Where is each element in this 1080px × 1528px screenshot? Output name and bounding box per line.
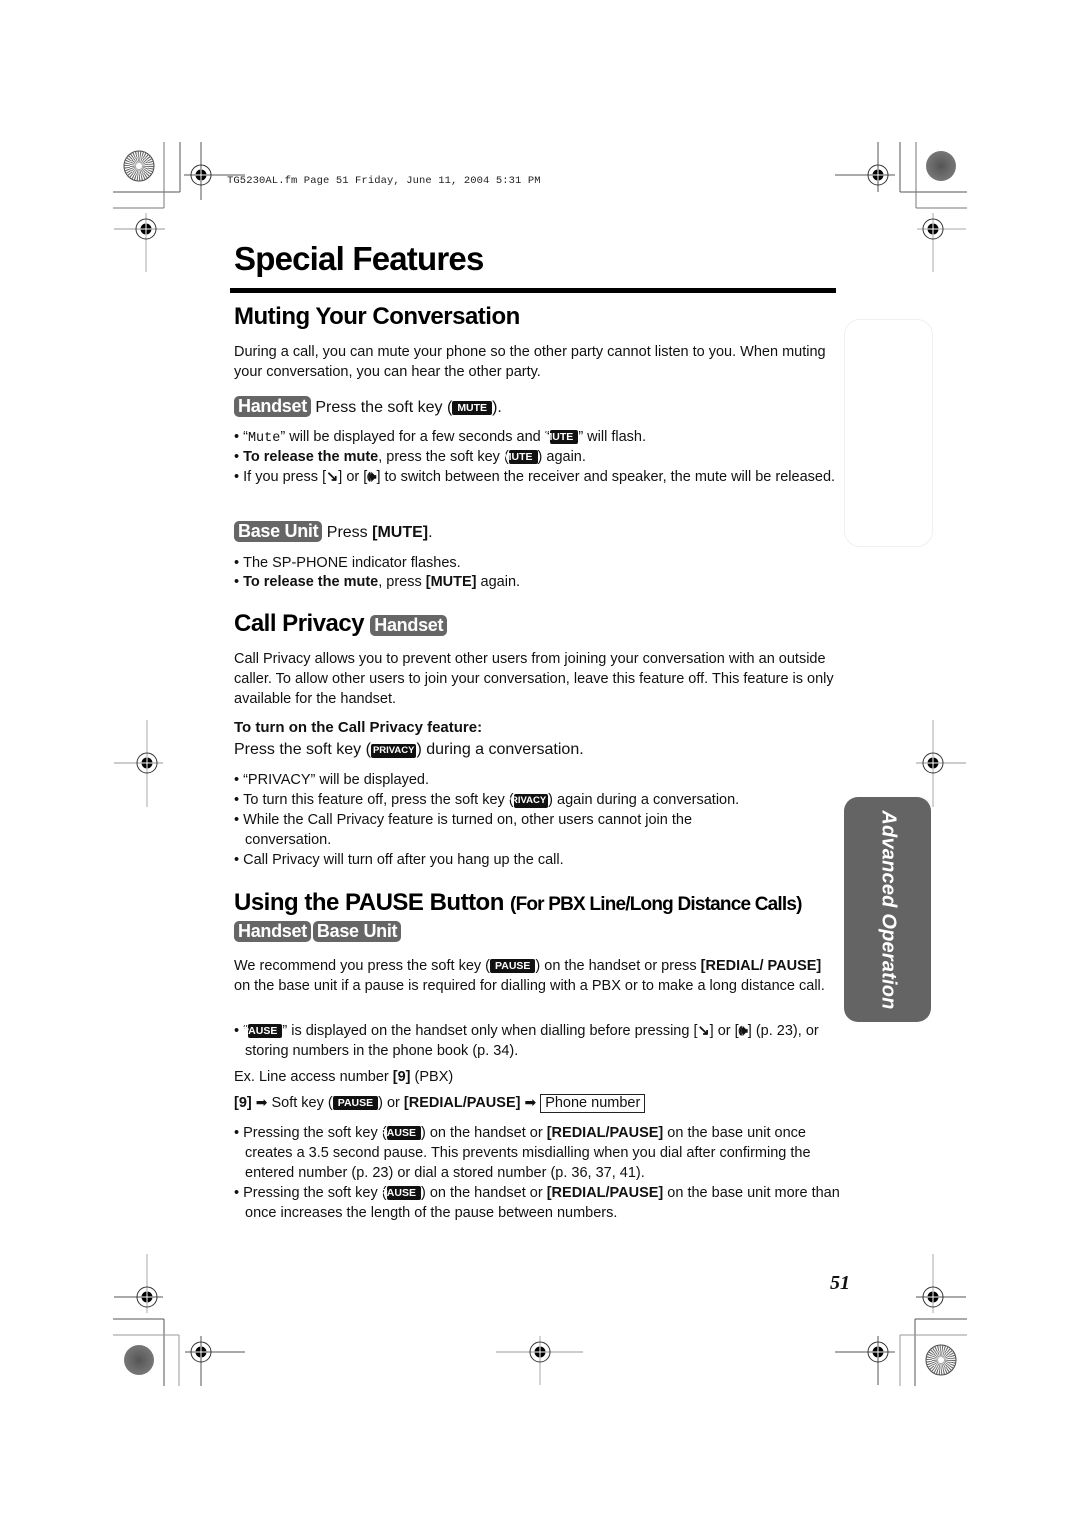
side-tab-blank	[844, 319, 933, 547]
title-rule	[230, 288, 836, 293]
pause-key: PAUSE	[490, 959, 536, 973]
bullet-item: • Pressing the soft key (PAUSE) on the h…	[234, 1125, 811, 1181]
mute-key: MUTE	[503, 450, 538, 464]
base-unit-badge: Base Unit	[234, 521, 323, 542]
bullet-item: • “PRIVACY” will be displayed.	[234, 772, 429, 788]
muting-handset-instruction: Handset Press the soft key (MUTE).	[234, 396, 834, 420]
starburst-icon	[123, 150, 155, 182]
bullet-item: • To release the mute, press the soft ke…	[234, 449, 586, 465]
dial-sequence: [9] ➡ Soft key (PAUSE) or [REDIAL/PAUSE] ➡ P…	[234, 1092, 834, 1113]
muting-heading: Muting Your Conversation	[234, 303, 520, 330]
call-privacy-intro: Call Privacy allows you to prevent other…	[234, 651, 834, 707]
page-number: 51	[830, 1272, 850, 1294]
bullet-item: • “Mute” will be displayed for a few sec…	[234, 429, 646, 446]
call-privacy-subheading: To turn on the Call Privacy feature:	[234, 719, 483, 736]
disc-icon	[926, 151, 956, 181]
pause-badges: Handset Base Unit	[234, 921, 402, 942]
bullet-item: • If you press [↘] or [🕪] to switch betw…	[234, 469, 836, 485]
bullet-item: • While the Call Privacy feature is turn…	[234, 812, 693, 848]
mute-key: MUTE	[544, 430, 579, 444]
talk-icon: ↘	[326, 469, 339, 485]
base-unit-badge: Base Unit	[312, 921, 402, 942]
instruction-text: ).	[492, 399, 502, 416]
pause-key: PAUSE	[381, 1126, 421, 1140]
privacy-key: PRIVACY	[504, 794, 549, 808]
bullet-item: • Pressing the soft key (PAUSE) on the h…	[234, 1185, 840, 1221]
talk-icon: ↘	[697, 1023, 710, 1039]
crop-marks	[113, 142, 967, 1386]
pause-heading: Using the PAUSE Button (For PBX Line/Lon…	[234, 889, 802, 916]
phone-number-box: Phone number	[540, 1094, 646, 1113]
arrow-right-icon: ➡	[255, 1094, 268, 1110]
call-privacy-heading: Call Privacy Handset	[234, 610, 448, 638]
privacy-key: PRIVACY	[370, 744, 417, 758]
bullet-item: • “PAUSE” is displayed on the handset on…	[234, 1023, 819, 1059]
mute-button-label: [MUTE]	[372, 524, 429, 541]
handset-badge: Handset	[234, 396, 311, 417]
side-tab-label: Advanced Operation	[877, 809, 899, 1010]
handset-badge: Handset	[370, 615, 448, 636]
bullet-item: • To turn this feature off, press the so…	[234, 792, 740, 808]
speaker-icon: 🕪	[738, 1023, 748, 1039]
arrow-right-icon: ➡	[524, 1094, 537, 1110]
muting-intro: During a call, you can mute your phone s…	[234, 344, 826, 380]
bullet-item: • To release the mute, press [MUTE] agai…	[234, 574, 521, 590]
handset-badge: Handset	[234, 921, 311, 942]
example-line: Ex. Line access number [9] (PBX)	[234, 1069, 454, 1085]
bullet-item: • Call Privacy will turn off after you h…	[234, 852, 564, 868]
pause-key: PAUSE	[242, 1024, 283, 1038]
print-header: TG5230AL.fm Page 51 Friday, June 11, 200…	[227, 175, 541, 187]
muting-base-instruction: Base Unit Press [MUTE].	[234, 521, 834, 545]
bullet-item: • The SP-PHONE indicator flashes.	[234, 555, 461, 571]
page-title: Special Features	[234, 240, 484, 277]
mute-key: MUTE	[452, 401, 493, 415]
pause-key: PAUSE	[332, 1096, 379, 1110]
display-text: Mute	[247, 431, 281, 446]
call-privacy-instruction: Press the soft key (PRIVACY) during a co…	[234, 741, 584, 758]
pause-key: PAUSE	[381, 1186, 421, 1200]
instruction-text: Press the soft key (	[315, 399, 453, 416]
side-tab-advanced-operation: Advanced Operation	[844, 797, 931, 1022]
pause-intro: We recommend you press the soft key (PAU…	[234, 958, 825, 994]
